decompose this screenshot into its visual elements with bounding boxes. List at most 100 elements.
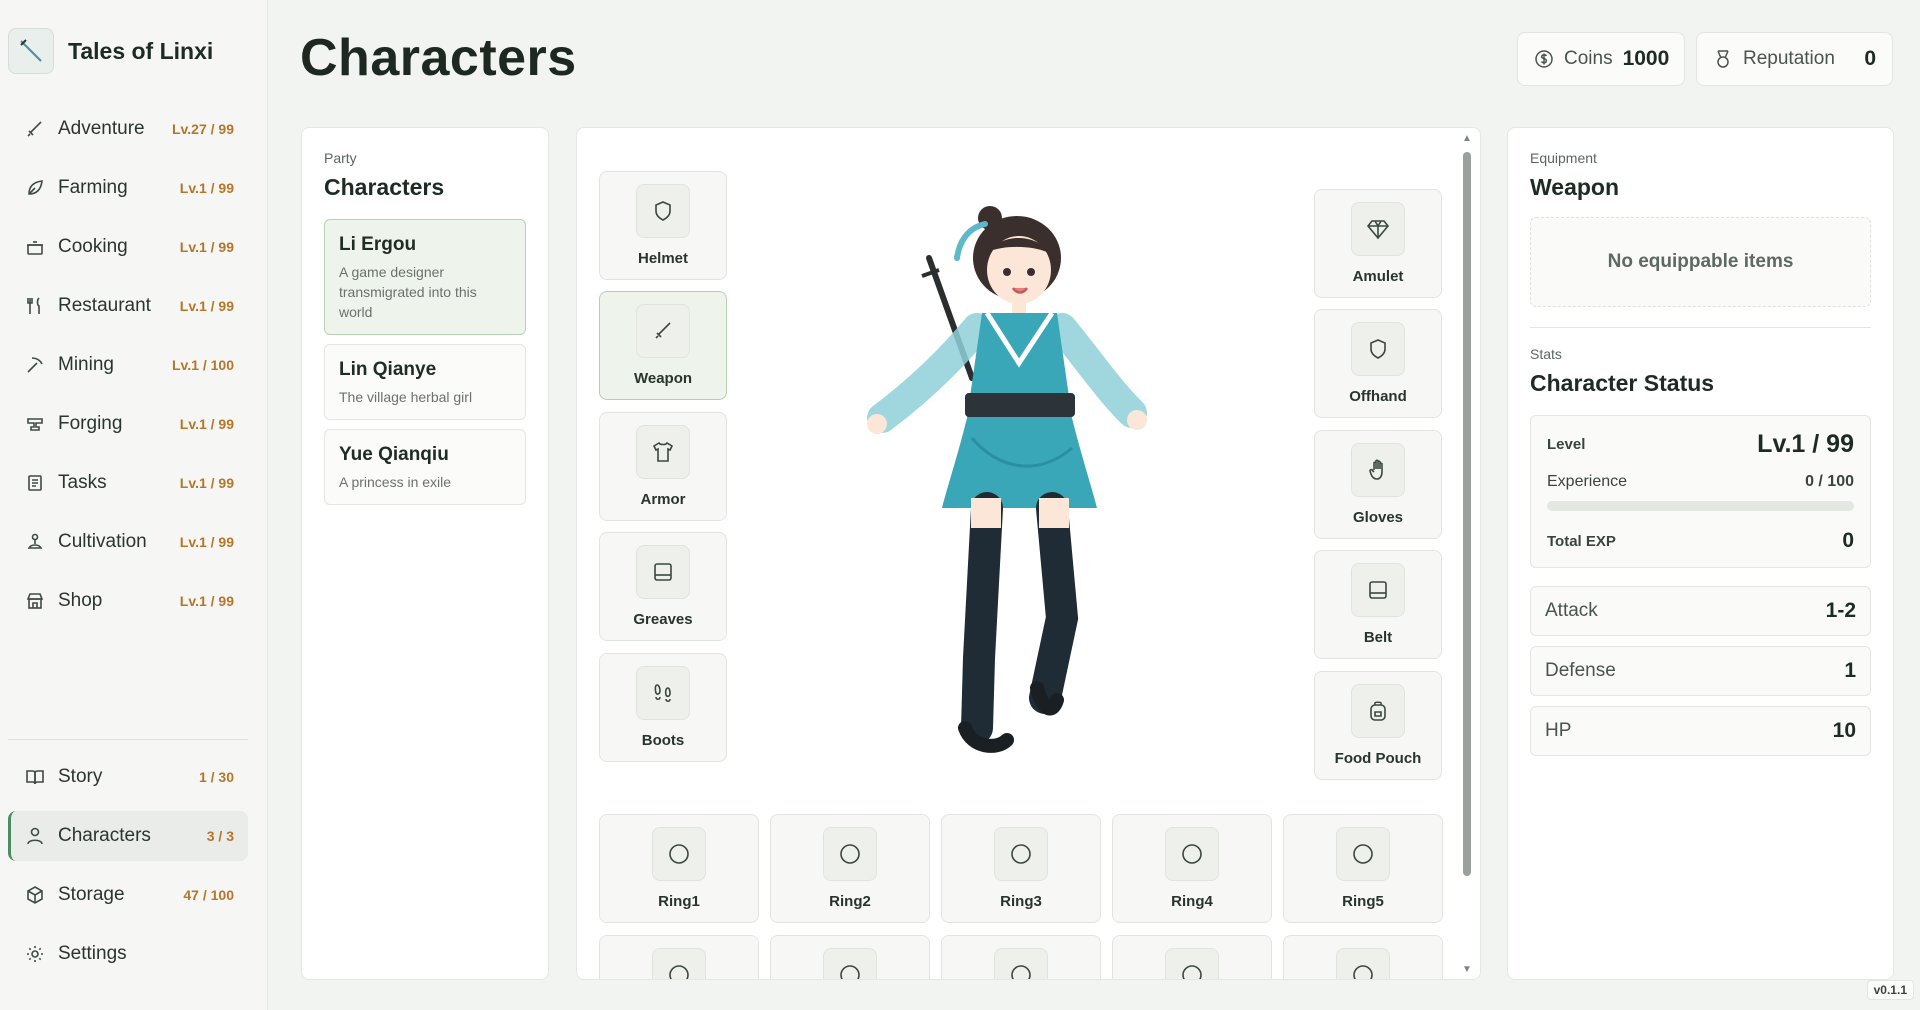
character-card-lin-qianye[interactable]: Lin Qianye The village herbal girl — [324, 344, 526, 420]
sidebar-item-label: Tasks — [58, 472, 107, 493]
sword-icon — [22, 116, 48, 142]
progress-badge: 3 / 3 — [206, 828, 234, 844]
level-badge: Lv.27 / 99 — [171, 121, 234, 137]
ring-icon — [1165, 948, 1219, 979]
sidebar-item-label: Restaurant — [58, 295, 151, 316]
box-icon — [22, 882, 48, 908]
sidebar-item-storage[interactable]: Storage 47 / 100 — [8, 870, 248, 920]
sidebar-item-label: Adventure — [58, 118, 145, 139]
slot-label: Armor — [640, 491, 686, 508]
app-logo-icon — [8, 28, 54, 74]
slot-ring3[interactable]: Ring3 — [941, 814, 1101, 923]
brand: Tales of Linxi — [8, 28, 213, 74]
slot-extra[interactable] — [1283, 935, 1443, 979]
sidebar-item-characters[interactable]: Characters 3 / 3 — [8, 811, 248, 861]
experience-progress-bar — [1547, 501, 1854, 511]
reputation-value: 0 — [1864, 47, 1876, 70]
equipment-scrollbar[interactable]: ▲ ▼ — [1462, 132, 1472, 977]
slot-boots[interactable]: Boots — [599, 653, 727, 762]
sidebar-item-adventure[interactable]: Adventure Lv.27 / 99 — [8, 104, 248, 154]
slot-food-pouch[interactable]: Food Pouch — [1314, 671, 1442, 780]
greaves-icon — [636, 545, 690, 599]
slot-helmet[interactable]: Helmet — [599, 171, 727, 280]
stats-eyebrow: Stats — [1530, 346, 1562, 362]
slot-extra[interactable] — [1112, 935, 1272, 979]
slot-extra[interactable] — [599, 935, 759, 979]
sidebar-item-farming[interactable]: Farming Lv.1 / 99 — [8, 163, 248, 213]
hand-icon — [1351, 443, 1405, 497]
total-exp-row: Total EXP 0 — [1547, 529, 1854, 553]
sidebar-item-cooking[interactable]: Cooking Lv.1 / 99 — [8, 222, 248, 272]
sidebar-item-cultivation[interactable]: Cultivation Lv.1 / 99 — [8, 517, 248, 567]
stats-title: Character Status — [1530, 370, 1715, 396]
scroll-down-icon[interactable]: ▼ — [1462, 965, 1472, 975]
attribute-row-defense: Defense 1 — [1530, 646, 1871, 696]
sidebar-item-mining[interactable]: Mining Lv.1 / 100 — [8, 340, 248, 390]
level-badge: Lv.1 / 99 — [179, 593, 234, 609]
sidebar-item-label: Farming — [58, 177, 128, 198]
progress-badge: 47 / 100 — [183, 887, 234, 903]
pickaxe-icon — [22, 352, 48, 378]
experience-label: Experience — [1547, 473, 1628, 490]
detail-divider — [1530, 327, 1871, 328]
attribute-value: 1 — [1844, 659, 1856, 682]
sidebar-item-label: Cooking — [58, 236, 128, 257]
equipment-slot-title: Weapon — [1530, 174, 1620, 200]
sidebar-item-tasks[interactable]: Tasks Lv.1 / 99 — [8, 458, 248, 508]
level-value: Lv.1 / 99 — [1757, 430, 1854, 458]
slot-weapon[interactable]: Weapon — [599, 291, 727, 400]
slot-ring5[interactable]: Ring5 — [1283, 814, 1443, 923]
progress-badge: 1 / 30 — [198, 769, 234, 785]
slot-label: Ring4 — [1171, 893, 1213, 910]
sidebar-item-story[interactable]: Story 1 / 30 — [8, 752, 248, 802]
coins-value: 1000 — [1622, 47, 1670, 70]
character-name: Lin Qianye — [339, 359, 437, 380]
slot-label: Helmet — [637, 250, 689, 267]
attribute-label: Attack — [1545, 600, 1598, 621]
slot-gloves[interactable]: Gloves — [1314, 430, 1442, 539]
experience-row: Experience 0 / 100 — [1547, 473, 1854, 491]
character-list: Li Ergou A game designer transmigrated i… — [324, 219, 526, 505]
slot-greaves[interactable]: Greaves — [599, 532, 727, 641]
party-eyebrow: Party — [324, 150, 357, 166]
footprints-icon — [636, 666, 690, 720]
sidebar-item-settings[interactable]: Settings — [8, 929, 248, 979]
slot-offhand[interactable]: Offhand — [1314, 309, 1442, 418]
sidebar-nav-secondary: Story 1 / 30 Characters 3 / 3 Storage 47… — [8, 752, 248, 988]
character-description: The village herbal girl — [339, 389, 473, 405]
anvil-icon — [22, 411, 48, 437]
slot-label: Belt — [1363, 629, 1393, 646]
slot-armor[interactable]: Armor — [599, 412, 727, 521]
slot-ring2[interactable]: Ring2 — [770, 814, 930, 923]
slot-label: Ring2 — [829, 893, 871, 910]
scroll-icon — [22, 470, 48, 496]
character-card-yue-qianqiu[interactable]: Yue Qianqiu A princess in exile — [324, 429, 526, 505]
ring-icon — [1336, 827, 1390, 881]
character-card-li-ergou[interactable]: Li Ergou A game designer transmigrated i… — [324, 219, 526, 335]
sidebar-item-restaurant[interactable]: Restaurant Lv.1 / 99 — [8, 281, 248, 331]
store-icon — [22, 588, 48, 614]
attribute-row-hp: HP 10 — [1530, 706, 1871, 756]
scroll-thumb[interactable] — [1463, 152, 1471, 876]
slot-extra[interactable] — [770, 935, 930, 979]
page-title: Characters — [300, 29, 577, 87]
slot-amulet[interactable]: Amulet — [1314, 189, 1442, 298]
character-name: Yue Qianqiu — [339, 444, 449, 465]
sidebar-item-label: Story — [58, 766, 103, 787]
sidebar-item-shop[interactable]: Shop Lv.1 / 99 — [8, 576, 248, 626]
sidebar-item-forging[interactable]: Forging Lv.1 / 99 — [8, 399, 248, 449]
experience-value: 0 / 100 — [1805, 473, 1854, 490]
level-badge: Lv.1 / 99 — [179, 416, 234, 432]
scroll-up-icon[interactable]: ▲ — [1462, 134, 1472, 144]
level-badge: Lv.1 / 99 — [179, 475, 234, 491]
slot-label: Offhand — [1349, 388, 1407, 405]
sidebar-item-label: Storage — [58, 884, 125, 905]
sidebar-item-label: Cultivation — [58, 531, 147, 552]
app-title: Tales of Linxi — [68, 37, 214, 64]
slot-belt[interactable]: Belt — [1314, 550, 1442, 659]
slot-ring4[interactable]: Ring4 — [1112, 814, 1272, 923]
user-icon — [22, 823, 48, 849]
shirt-icon — [636, 425, 690, 479]
slot-ring1[interactable]: Ring1 — [599, 814, 759, 923]
slot-extra[interactable] — [941, 935, 1101, 979]
